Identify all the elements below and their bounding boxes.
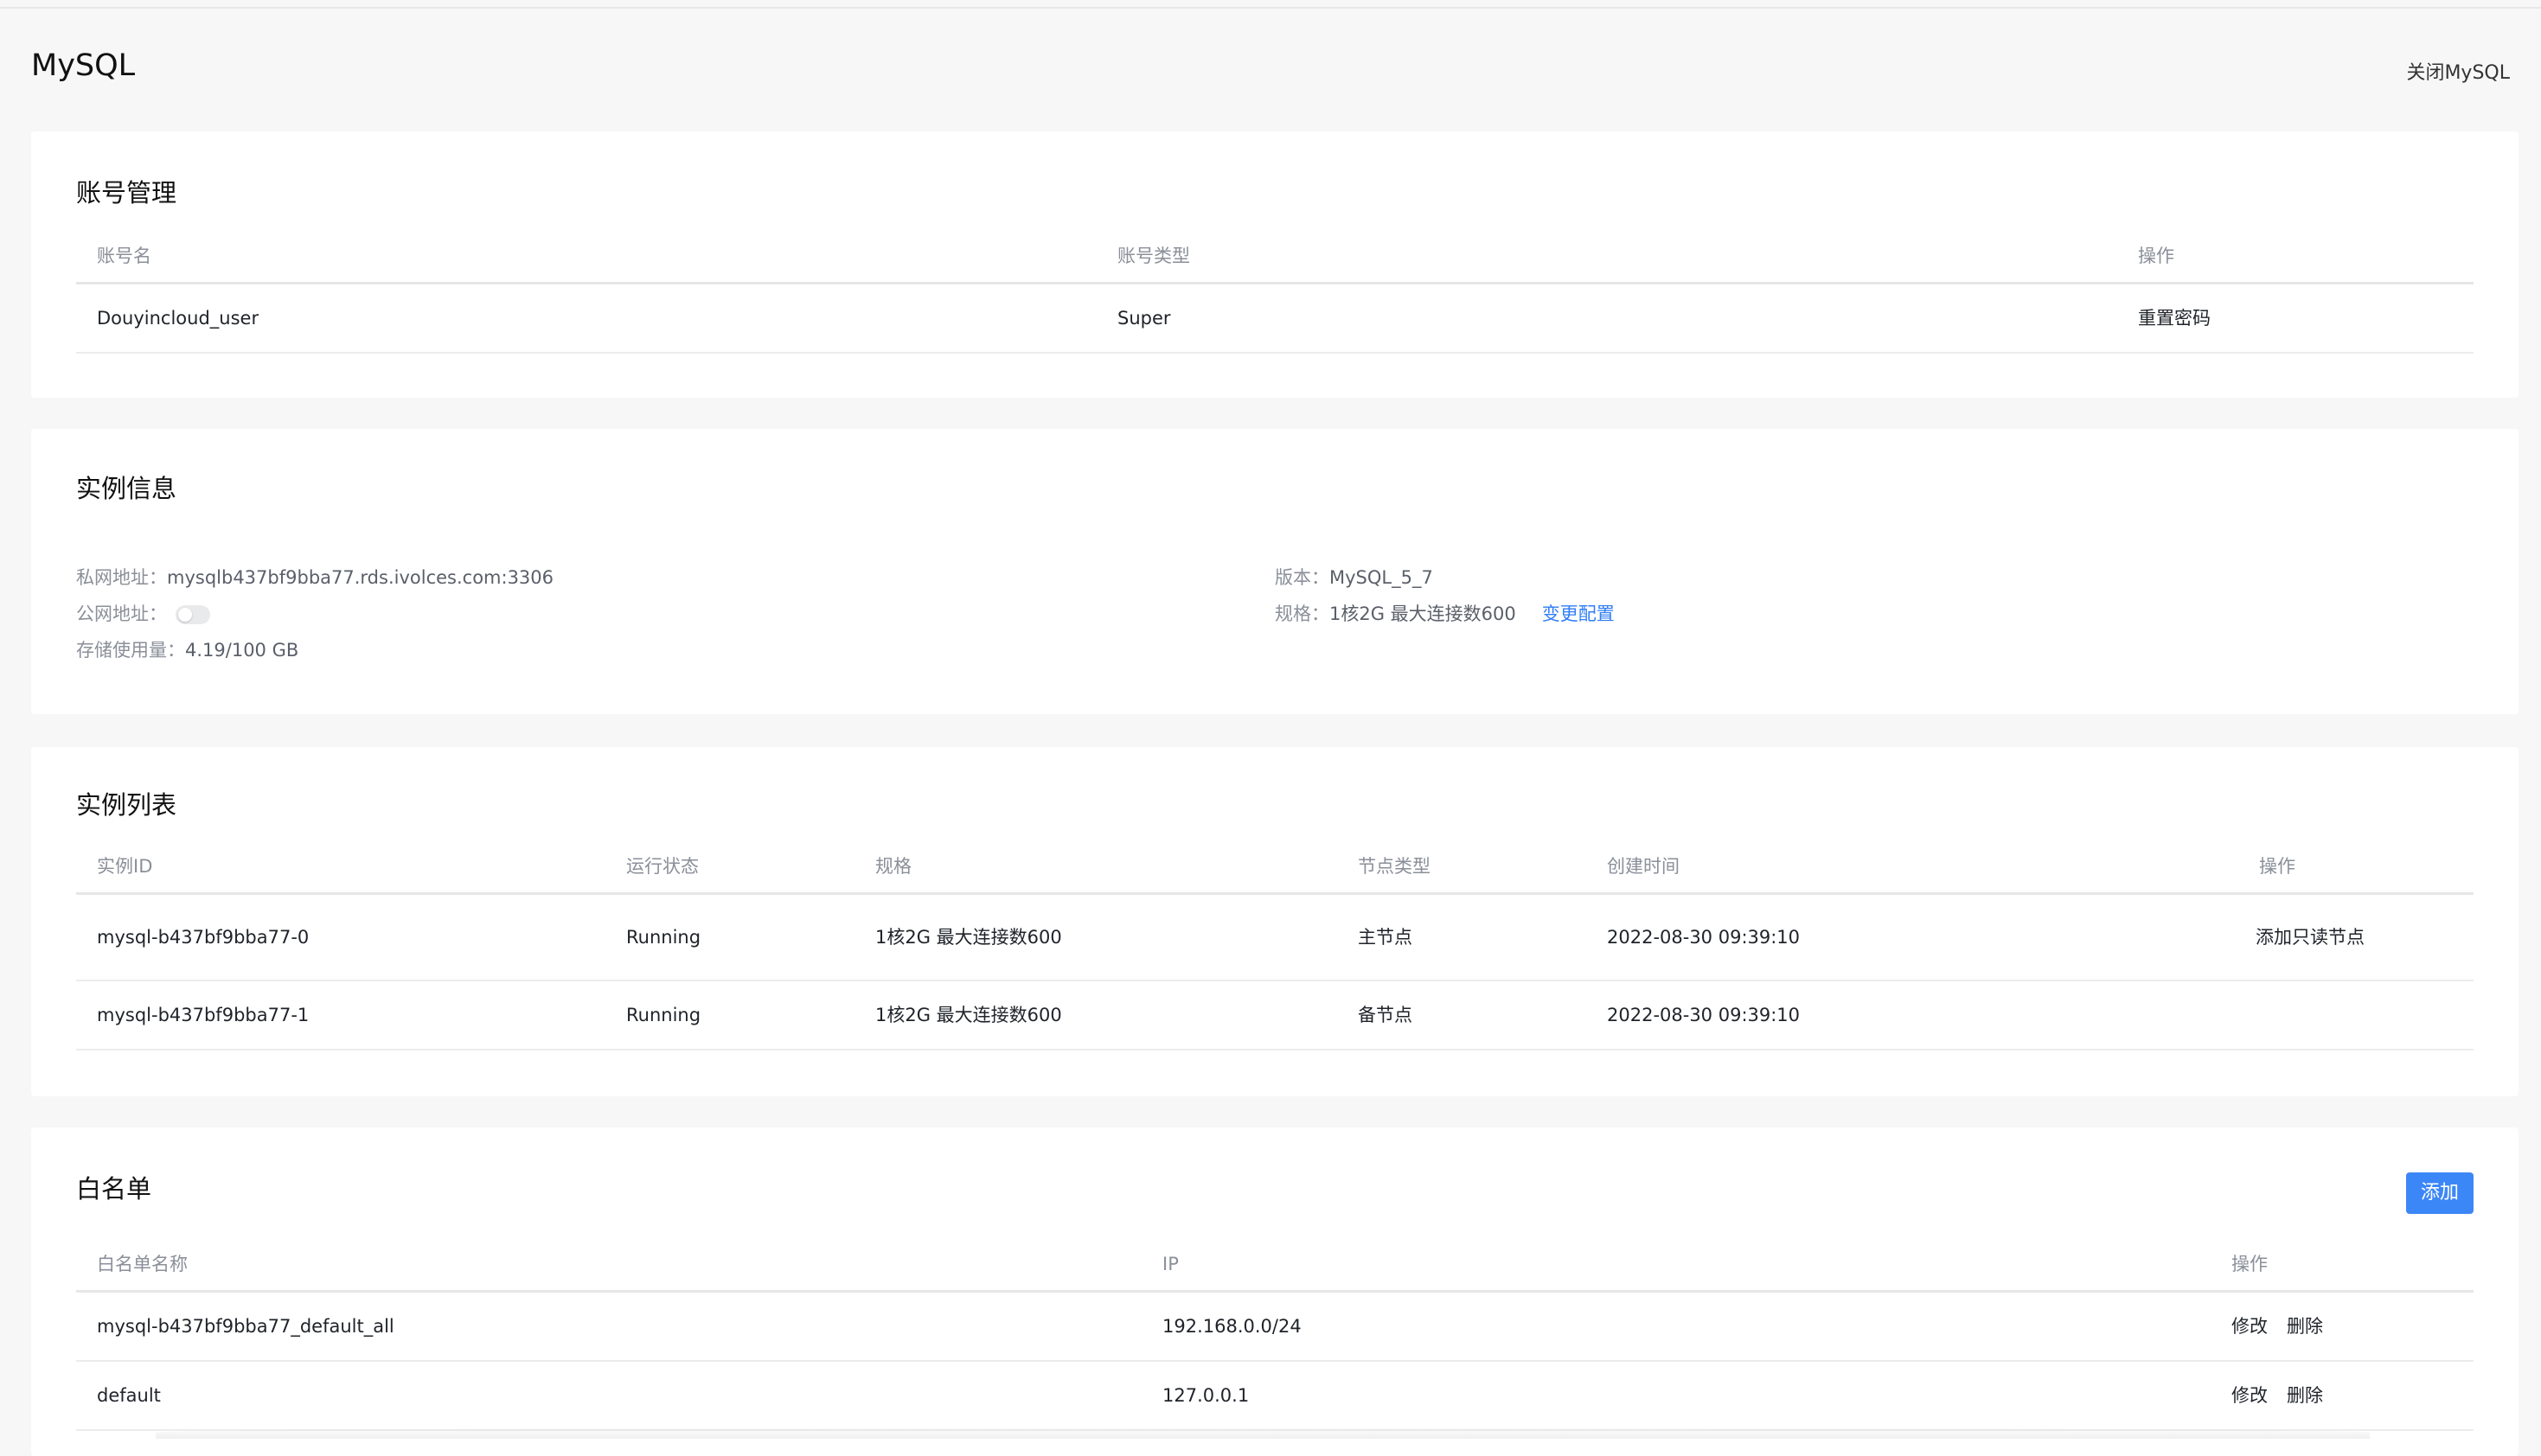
instance-created: 2022-08-30 09:39:10 [1607, 927, 1801, 948]
private-address-row: 私网地址：mysqlb437bf9bba77.rds.ivolces.com:3… [76, 564, 554, 590]
instance-list-card: 实例列表 实例ID 运行状态 规格 节点类型 创建时间 操作 mysql-b43… [31, 747, 2519, 1096]
top-divider [0, 0, 2541, 9]
instance-id: mysql-b437bf9bba77-1 [97, 1005, 310, 1025]
whitelist-table: 白名单名称 IP 操作 mysql-b437bf9bba77_default_a… [76, 1238, 2474, 1431]
public-address-toggle[interactable] [176, 605, 210, 624]
column-header-spec: 规格 [875, 856, 912, 877]
instance-list-title: 实例列表 [76, 790, 177, 820]
instance-status: Running [626, 927, 701, 948]
whitelist-name: mysql-b437bf9bba77_default_all [97, 1316, 394, 1337]
instance-spec: 1核2G 最大连接数600 [875, 1005, 1062, 1025]
account-type: Super [1117, 308, 1171, 329]
column-header-created: 创建时间 [1607, 856, 1680, 877]
change-config-link[interactable]: 变更配置 [1542, 603, 1615, 624]
column-header-actions: 操作 [2138, 246, 2174, 266]
instance-created: 2022-08-30 09:39:10 [1607, 1005, 1801, 1025]
instance-node-type: 备节点 [1358, 1005, 1412, 1025]
reset-password-link[interactable]: 重置密码 [2138, 284, 2211, 352]
account-table: 账号名 账号类型 操作 Douyincloud_user Super 重置密码 [76, 230, 2474, 354]
public-address-label: 公网地址： [76, 603, 167, 624]
add-whitelist-button[interactable]: 添加 [2406, 1172, 2474, 1214]
instance-status: Running [626, 1005, 701, 1025]
whitelist-ip: 127.0.0.1 [1162, 1385, 1250, 1406]
storage-usage-value: 4.19/100 GB [185, 640, 299, 661]
instance-table-header: 实例ID 运行状态 规格 节点类型 创建时间 操作 [76, 840, 2474, 895]
edit-whitelist-link[interactable]: 修改 [2231, 1293, 2268, 1360]
instance-info-title: 实例信息 [76, 474, 177, 503]
account-table-header: 账号名 账号类型 操作 [76, 230, 2474, 284]
version-label: 版本： [1275, 567, 1329, 588]
column-header-whitelist-name: 白名单名称 [97, 1254, 188, 1274]
whitelist-name: default [97, 1385, 161, 1406]
private-address-value: mysqlb437bf9bba77.rds.ivolces.com:3306 [167, 567, 554, 588]
column-header-actions: 操作 [2259, 856, 2295, 877]
instance-spec: 1核2G 最大连接数600 [875, 927, 1062, 948]
whitelist-table-header: 白名单名称 IP 操作 [76, 1238, 2474, 1293]
column-header-account-type: 账号类型 [1117, 246, 1190, 266]
public-address-row: 公网地址： [76, 600, 210, 626]
table-row: Douyincloud_user Super 重置密码 [76, 284, 2474, 354]
account-name: Douyincloud_user [97, 308, 259, 329]
spec-row: 规格：1核2G 最大连接数600 变更配置 [1275, 600, 1615, 626]
storage-usage-row: 存储使用量：4.19/100 GB [76, 636, 298, 662]
column-header-actions: 操作 [2231, 1254, 2268, 1274]
version-value: MySQL_5_7 [1329, 567, 1433, 588]
whitelist-card: 白名单 添加 白名单名称 IP 操作 mysql-b437bf9bba77_de… [31, 1127, 2519, 1456]
spec-label: 规格： [1275, 603, 1329, 624]
spec-value: 1核2G 最大连接数600 [1329, 603, 1516, 624]
instance-id: mysql-b437bf9bba77-0 [97, 927, 310, 948]
table-row: mysql-b437bf9bba77-0 Running 1核2G 最大连接数6… [76, 895, 2474, 981]
account-management-title: 账号管理 [76, 178, 177, 208]
edit-whitelist-link[interactable]: 修改 [2231, 1362, 2268, 1429]
column-header-account-name: 账号名 [97, 246, 151, 266]
version-row: 版本：MySQL_5_7 [1275, 564, 1433, 590]
add-readonly-node-link[interactable]: 添加只读节点 [2256, 895, 2365, 980]
column-header-instance-id: 实例ID [97, 856, 153, 877]
column-header-status: 运行状态 [626, 856, 699, 877]
column-header-node-type: 节点类型 [1358, 856, 1431, 877]
page-title: MySQL [31, 48, 136, 83]
close-mysql-button[interactable]: 关闭MySQL [2406, 57, 2510, 85]
table-row: default 127.0.0.1 修改 删除 [76, 1362, 2474, 1431]
whitelist-title: 白名单 [76, 1174, 152, 1204]
storage-usage-label: 存储使用量： [76, 640, 185, 661]
instance-table: 实例ID 运行状态 规格 节点类型 创建时间 操作 mysql-b437bf9b… [76, 840, 2474, 1050]
private-address-label: 私网地址： [76, 567, 167, 588]
instance-node-type: 主节点 [1358, 927, 1412, 948]
page-header: MySQL 关闭MySQL [31, 45, 2510, 97]
table-row: mysql-b437bf9bba77-1 Running 1核2G 最大连接数6… [76, 981, 2474, 1050]
account-management-card: 账号管理 账号名 账号类型 操作 Douyincloud_user Super … [31, 131, 2519, 398]
scroll-shadow [156, 1427, 2370, 1439]
toggle-knob [178, 608, 192, 622]
whitelist-ip: 192.168.0.0/24 [1162, 1316, 1302, 1337]
table-row: mysql-b437bf9bba77_default_all 192.168.0… [76, 1293, 2474, 1362]
delete-whitelist-link[interactable]: 删除 [2287, 1362, 2323, 1429]
instance-info-card: 实例信息 私网地址：mysqlb437bf9bba77.rds.ivolces.… [31, 429, 2519, 714]
delete-whitelist-link[interactable]: 删除 [2287, 1293, 2323, 1360]
column-header-ip: IP [1162, 1254, 1179, 1274]
